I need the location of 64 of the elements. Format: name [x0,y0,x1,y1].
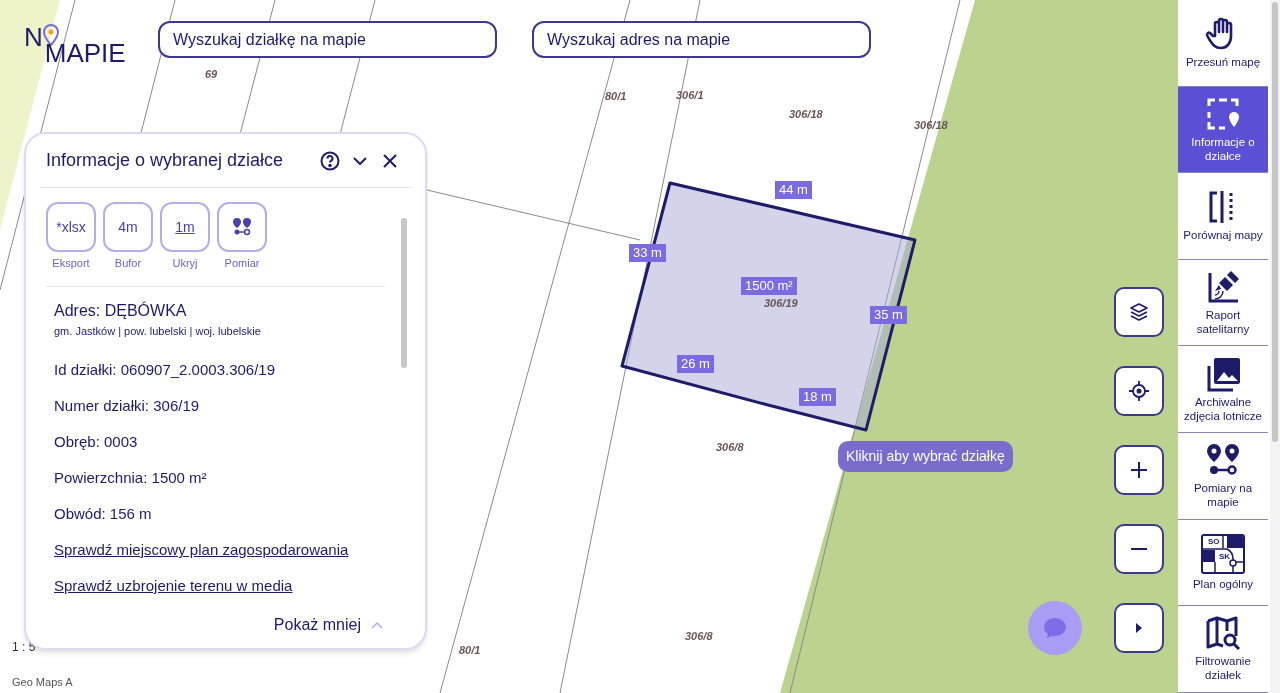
measurement-label: 1500 m² [741,277,797,295]
expand-button[interactable] [1114,603,1164,653]
scrollbar[interactable] [401,218,407,368]
address-text: Adres: DĘBÓWKA [54,300,188,321]
chevron-up-icon [371,621,383,629]
logo-text: N [24,24,43,50]
locate-icon [1128,380,1150,402]
parcel-number: 306/1 [676,88,704,103]
tool-label: Ukryj [172,256,198,271]
panel-title: Informacje o wybranej działce [46,149,285,172]
parcel-number: 80/1 [605,89,627,104]
link[interactable]: Sprawdź uzbrojenie terenu w media [54,575,397,611]
icon-text: SO [1208,535,1220,548]
images-icon [1205,355,1241,392]
show-less-button[interactable]: Pokaż mniej [273,613,383,637]
parcel-number: 306/19 [764,296,798,311]
tool-label: Bufor [114,256,142,271]
triangle-right-icon [1136,623,1142,633]
parcel-info-text: Powierzchnia: 1500 m² [54,468,208,488]
map-attribution: Geo Maps A [12,675,73,690]
parcel-number: 69 [205,67,218,82]
layers-icon [1128,301,1150,323]
measurement-label: 18 m [799,388,836,406]
tool-button[interactable]: 4m [103,202,153,252]
parcel-number: 306/8 [716,440,744,455]
measurement-label: 26 m [677,355,714,373]
search-field[interactable]: Wyszukaj adres na mapie [532,21,871,58]
scrollbar[interactable] [1272,2,1278,442]
parcel-number: 306/8 [685,629,713,644]
icon-text: SK [1219,550,1231,563]
tool-label: Pomiar [224,256,260,271]
zoom-in-button[interactable] [1114,445,1164,495]
tool-button[interactable]: *xlsx [46,202,96,252]
plus-icon [1128,459,1150,481]
measurement-label: 35 m [870,306,907,324]
parcel-info-text: Obwód: 156 m [54,504,153,524]
pin-icon [42,24,59,46]
tool-button[interactable] [217,202,267,252]
locate-button[interactable] [1114,366,1164,416]
parcel-info-text: Id działki: 060907_2.0003.306/19 [54,360,276,380]
parcel-number: 80/1 [459,643,481,658]
chat-icon [1042,616,1068,640]
sidebar-item[interactable]: Informacje o działce [1178,86,1268,174]
zoom-out-button[interactable] [1114,524,1164,574]
minus-icon [1131,548,1147,550]
logo[interactable]: N MAPIE [24,24,126,66]
region-text: gm. Jastków | pow. lubelski | woj. lubelskie [54,323,262,339]
tool-label: Eksport [52,256,90,271]
chevron-down-icon [353,156,367,165]
measurement-label: 33 m [629,244,666,262]
layers-button[interactable] [1114,287,1164,337]
link[interactable]: Sprawdź miejscowy plan zagospodarowania [54,539,397,575]
search-field[interactable]: Wyszukaj działkę na mapie [158,21,497,58]
pins-icon [232,218,252,236]
measurement-label: 44 m [775,181,812,199]
parcel-info-text: Obręb: 0003 [54,432,139,452]
parcel-number: 306/18 [789,107,823,122]
help-icon [320,150,340,171]
tooltip: Kliknij aby wybrać działkę [838,441,1013,472]
tool-button[interactable]: 1m [160,202,210,252]
map-search-icon [1205,615,1241,652]
logo-text: MAPIE [44,40,126,66]
close-icon [383,153,397,168]
parcel-info-text: Numer działki: 306/19 [54,396,201,416]
